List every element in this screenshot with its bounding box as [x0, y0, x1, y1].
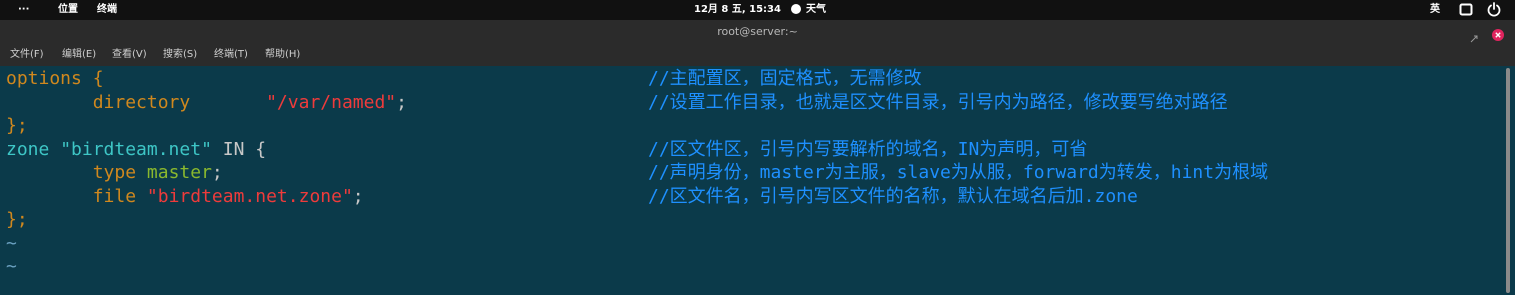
menu-view[interactable]: 查看(V): [112, 49, 147, 61]
code-token: ;: [396, 91, 407, 113]
code-token: "birdteam.net": [60, 138, 212, 160]
code-line: directory "/var/named";: [6, 91, 407, 115]
code-line: };: [6, 208, 28, 232]
weather-label[interactable]: 天气: [806, 3, 826, 17]
code-line: type master;: [6, 161, 223, 185]
code-token: IN {: [211, 138, 267, 160]
code-comment: //区文件区，引号内写要解析的域名，IN为声明，可省: [648, 138, 1088, 160]
input-method-indicator[interactable]: 英: [1430, 3, 1440, 17]
code-token: ;: [211, 162, 223, 183]
window-titlebar[interactable]: root@server:~: [0, 20, 1515, 44]
code-token: };: [6, 115, 28, 136]
code-token: "/var/named": [266, 91, 397, 113]
scrollbar[interactable]: [1503, 66, 1515, 295]
code-token: };: [6, 209, 28, 230]
app-menu-terminal[interactable]: 终端: [97, 3, 117, 17]
menu-edit[interactable]: 编辑(E): [62, 49, 96, 61]
code-line: options {: [6, 67, 104, 91]
places-menu[interactable]: 位置: [58, 3, 78, 17]
menu-terminal[interactable]: 终端(T): [214, 49, 248, 61]
code-comment: //区文件名，引号内写区文件的名称，默认在域名后加.zone: [648, 185, 1138, 207]
code-line: zone "birdteam.net" IN {: [6, 138, 266, 162]
window-icon[interactable]: [1459, 3, 1473, 21]
code-line: file "birdteam.net.zone";: [6, 185, 364, 209]
weather-icon: [790, 3, 802, 20]
menu-file[interactable]: 文件(F): [10, 49, 44, 61]
menu-help[interactable]: 帮助(H): [265, 49, 300, 61]
code-token: file: [6, 185, 147, 207]
terminal-text-area[interactable]: options { //主配置区，固定格式，无需修改 directory "/va…: [0, 66, 1503, 295]
window-title: root@server:~: [717, 25, 798, 38]
empty-line-marker: ~: [6, 232, 17, 254]
code-comment: //设置工作目录，也就是区文件目录，引号内为路径，修改要写绝对路径: [648, 91, 1228, 113]
code-token: directory: [6, 91, 267, 113]
code-line: ~: [6, 255, 17, 279]
scrollbar-thumb[interactable]: [1506, 68, 1510, 293]
code-token: type: [6, 162, 147, 183]
menu-search[interactable]: 搜索(S): [163, 49, 197, 61]
menu-bar: 文件(F) 编辑(E) 查看(V) 搜索(S) 终端(T) 帮助(H): [0, 44, 1515, 66]
close-icon[interactable]: [1492, 26, 1504, 45]
code-comment: //主配置区，固定格式，无需修改: [648, 68, 922, 89]
code-token: options {: [6, 68, 104, 89]
code-token: zone: [6, 138, 61, 160]
empty-line-marker: ~: [6, 256, 17, 277]
clock[interactable]: 12月 8 五, 15:34: [694, 3, 781, 17]
power-icon[interactable]: [1487, 2, 1501, 22]
code-comment: //声明身份，master为主服，slave为从服，forward为转发，hin…: [648, 162, 1269, 183]
code-token: ;: [352, 185, 364, 207]
code-line: };: [6, 114, 28, 138]
code-token: master: [146, 162, 212, 183]
top-panel: ··· 位置 终端 12月 8 五, 15:34 天气 英: [0, 0, 1515, 20]
code-line: ~: [6, 232, 17, 256]
activities-dots[interactable]: ···: [18, 3, 29, 17]
code-token: "birdteam.net.zone": [146, 185, 353, 207]
